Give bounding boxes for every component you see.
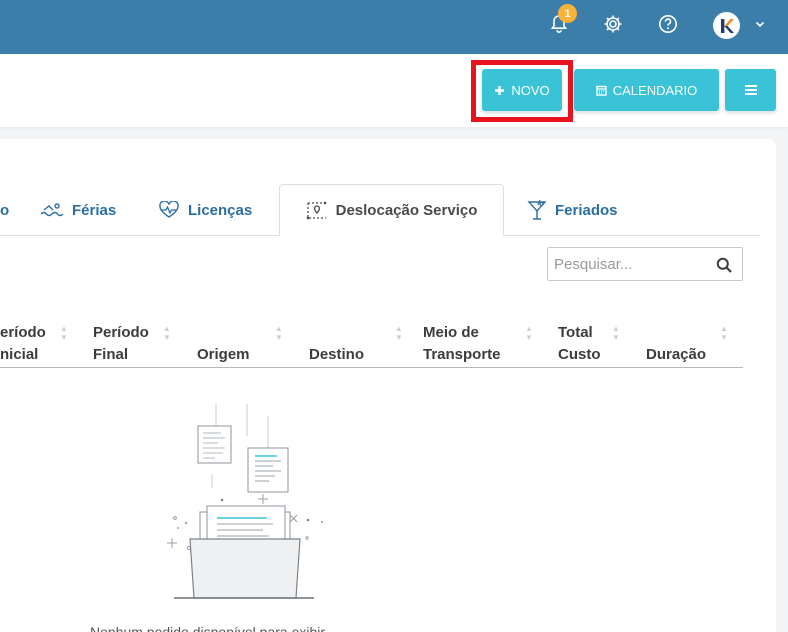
column-header-line2: Transporte [423,346,501,363]
search-box [547,247,743,281]
sort-icon[interactable]: ▲ ▼ [163,324,171,342]
help-icon[interactable] [656,12,680,36]
empty-folder-illustration [167,404,323,599]
column-header-line2: Final [93,346,129,363]
tab-ferias[interactable]: Férias [40,184,116,236]
sort-icon[interactable]: ▲ ▼ [60,324,68,342]
search-input[interactable] [548,249,708,279]
hamburger-icon [744,85,757,95]
column-header-periodo-final[interactable]: Período Final ▲ ▼ [93,310,178,366]
column-header-line1: Meio de [423,324,479,341]
highlight-box [471,60,573,122]
sort-icon[interactable]: ▲ ▼ [720,324,728,342]
sort-icon[interactable]: ▲ ▼ [525,324,533,342]
column-header-destino[interactable]: Destino ▲ ▼ [309,310,409,366]
column-header-line2: Duração [646,346,707,363]
user-avatar[interactable] [713,12,740,39]
swimmer-icon [40,203,64,217]
column-header-total-custo[interactable]: Total Custo ▲ ▼ [558,310,628,366]
column-header-line1: Total [558,324,593,341]
sort-icon[interactable]: ▲ ▼ [395,324,403,342]
column-header-line1: Período [93,324,149,341]
tab-partial[interactable]: o [0,184,14,236]
heart-pulse-icon [159,201,179,218]
column-header-meio-de-transporte[interactable]: Meio de Transporte ▲ ▼ [423,310,543,366]
column-header-line2: nicial [0,346,39,363]
table-header-divider [0,367,743,368]
column-header-line2: Destino [309,346,365,363]
menu-button[interactable] [725,69,776,111]
chevron-down-icon[interactable] [748,12,772,36]
cocktail-icon [527,199,547,220]
tab-feriados[interactable]: Feriados [527,184,618,236]
tab-partial-label: o [0,201,10,219]
sort-icon[interactable]: ▲ ▼ [612,324,620,342]
column-header-line2: Origem [197,346,250,363]
tab-feriados-label: Feriados [555,201,618,219]
sort-icon[interactable]: ▲ ▼ [275,324,283,342]
calendar-icon [596,85,607,96]
tab-licencas-label: Licenças [188,201,253,219]
tab-deslocacao-servico-label: Deslocação Serviço [335,201,478,219]
gear-icon[interactable] [601,12,625,36]
search-icon[interactable] [716,257,732,278]
tab-ferias-label: Férias [72,201,117,219]
tab-deslocacao-servico[interactable]: Deslocação Serviço [279,184,504,236]
route-icon [306,201,326,220]
calendario-button-label: CALENDARIO [612,82,698,98]
notification-badge: 1 [558,4,577,23]
column-header-duracao[interactable]: Duração ▲ ▼ [646,310,736,366]
column-header-line1: eríodo [0,324,46,341]
empty-state-message: Nenhum pedido disponível para exibir [90,624,326,632]
column-header-origem[interactable]: Origem ▲ ▼ [197,310,292,366]
calendario-button[interactable]: CALENDARIO [574,69,719,111]
column-header-line2: Custo [558,346,601,363]
column-header-periodo-inicial[interactable]: eríodo nicial ▲ ▼ [0,310,70,366]
tab-licencas[interactable]: Licenças [158,184,252,236]
